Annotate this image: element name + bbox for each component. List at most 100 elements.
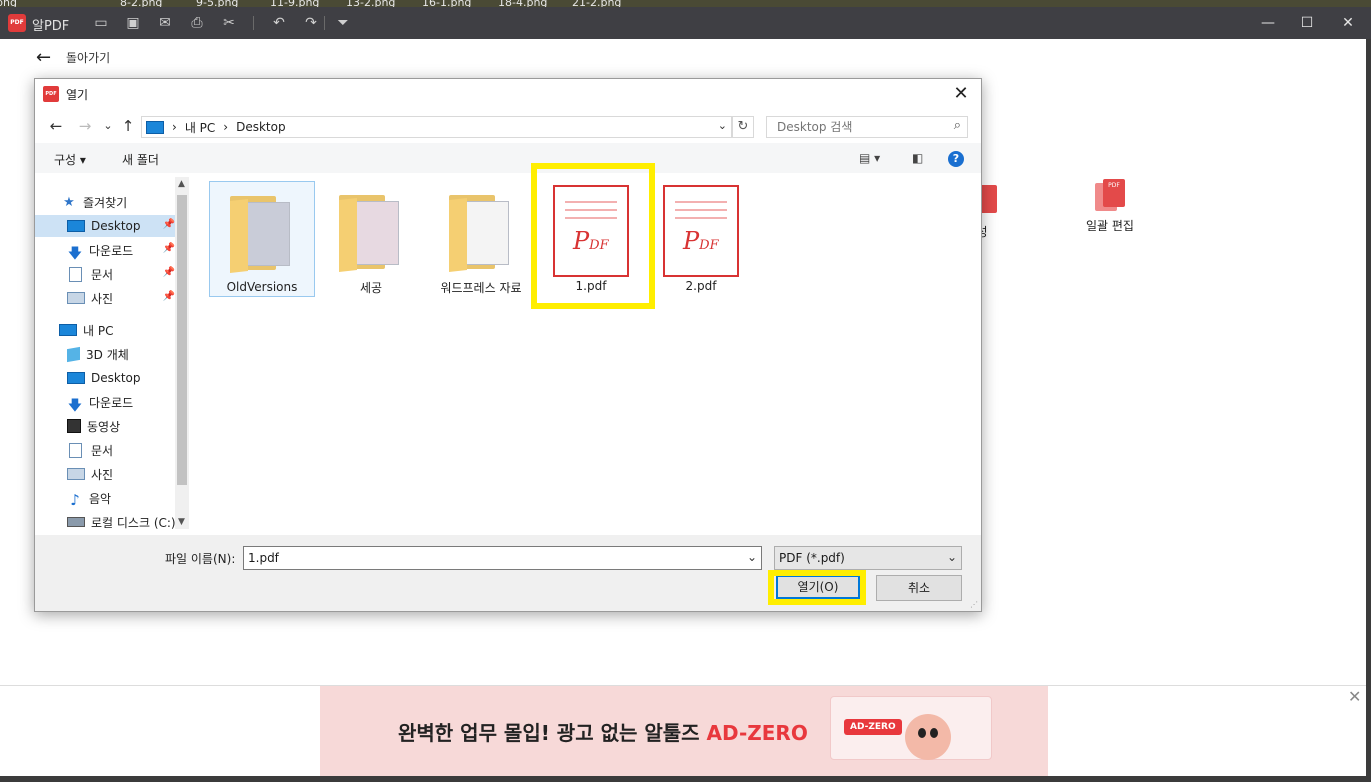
navigation-pane: ★ 즐겨찾기 Desktop 📌 🡇 다운로드 📌 문서 📌 사진 📌 내 PC 3D 개체… [35,177,189,529]
file-item-folder[interactable]: OldVersions [209,181,315,297]
scroll-up-icon[interactable]: ▲ [178,179,185,189]
sidebar-item-3d-objects[interactable]: 3D 개체 [35,343,189,365]
pc-icon [59,324,77,336]
sidebar-item-pictures-pc[interactable]: 사진 [35,463,189,485]
new-folder-button[interactable]: 새 폴더 [122,151,159,168]
sidebar-item-downloads[interactable]: 🡇 다운로드 📌 [35,239,175,262]
scissors-icon[interactable]: ✂ [220,14,238,32]
filename-field[interactable]: 1.pdf ⌄ [243,546,762,570]
undo-icon[interactable]: ↶ [270,14,288,32]
sidebar-item-desktop[interactable]: Desktop 📌 [35,215,175,237]
pin-icon: 📌 [162,291,175,302]
sidebar-item-desktop-pc[interactable]: Desktop [35,367,189,389]
filetype-select[interactable]: PDF (*.pdf) ⌄ [774,546,962,570]
window-close-button[interactable]: ✕ [1336,12,1360,34]
sidebar-item-quick-access[interactable]: ★ 즐겨찾기 [35,191,189,213]
dialog-footer: 파일 이름(N): 1.pdf ⌄ PDF (*.pdf) ⌄ 열기(O) 취소… [35,535,981,611]
forward-icon[interactable]: → [76,117,94,135]
minimize-button[interactable]: — [1256,12,1280,34]
breadcrumb-separator: › [172,120,177,134]
toolbar-divider [253,16,254,30]
cancel-button[interactable]: 취소 [876,575,962,601]
customize-toolbar-icon[interactable]: ⏷ [334,14,352,32]
address-bar[interactable]: › 내 PC › Desktop ⌄ [141,116,732,138]
file-item-folder[interactable]: 세공 [319,181,423,295]
open-button[interactable]: 열기(O) [776,575,860,599]
file-name: OldVersions [226,280,298,294]
up-folder-icon[interactable]: ↑ [119,117,137,135]
folder-open-icon[interactable]: ▭ [92,14,110,32]
back-arrow-icon: ← [36,46,52,68]
pictures-icon [67,468,85,480]
file-name: 워드프레스 자료 [440,281,522,295]
tool-item-batch-edit[interactable]: PDF 일괄 편집 [1080,179,1140,234]
recent-locations-icon[interactable]: ⌄ [99,117,117,135]
search-box[interactable]: ⌕ [766,116,968,138]
folder-icon [339,195,401,272]
dialog-titlebar: PDF 열기 ✕ [35,79,981,109]
file-name: 1.pdf [575,279,607,293]
file-item-folder[interactable]: 워드프레스 자료 [429,181,533,295]
sidebar-item-documents[interactable]: 문서 📌 [35,263,175,285]
pdf-batch-edit-icon: PDF [1095,179,1125,211]
search-input[interactable] [775,117,939,137]
desktop-icon [67,220,85,232]
resize-grip-icon[interactable]: ⋰ [970,600,978,609]
file-name: 세공 [359,281,383,295]
scroll-down-icon[interactable]: ▼ [178,517,185,527]
back-label: 돌아가기 [66,50,111,65]
toolbar-divider [324,16,325,30]
pin-icon: 📌 [162,243,175,254]
ad-badge: AD-ZERO [844,719,902,735]
pdf-file-icon: PDF [663,185,739,277]
scrollbar-thumb[interactable] [177,195,187,485]
star-icon: ★ [63,195,75,210]
music-icon: ♪ [70,491,80,509]
desktop-icon [67,372,85,384]
preview-pane-icon[interactable]: ◧ [912,151,923,165]
pc-icon [146,120,164,134]
app-titlebar: PDF 알PDF ▭ ▣ ✉ ⎙ ✂ ↶ ↷ ⏷ — ☐ ✕ [0,7,1371,39]
breadcrumb-desktop[interactable]: Desktop [236,120,286,134]
sidebar-scrollbar[interactable]: ▲ ▼ [175,177,189,529]
file-item-pdf[interactable]: PDF 2.pdf [649,181,753,295]
sidebar-item-videos[interactable]: 동영상 [35,415,189,437]
chevron-down-icon[interactable]: ⌄ [747,550,757,564]
sidebar-item-downloads-pc[interactable]: 🡇 다운로드 [35,391,189,415]
breadcrumb-this-pc[interactable]: 내 PC [185,119,215,136]
sidebar-item-pictures[interactable]: 사진 📌 [35,287,175,309]
redo-icon[interactable]: ↷ [302,14,320,32]
view-options-icon[interactable]: ▤ ▾ [859,151,880,165]
sidebar-item-music[interactable]: ♪ 음악 [35,487,189,509]
print-icon[interactable]: ⎙ [188,14,206,32]
folder-icon [449,195,511,272]
refresh-icon[interactable]: ↻ [732,116,754,138]
document-icon [69,266,82,282]
mail-icon[interactable]: ✉ [156,14,174,32]
file-item-pdf[interactable]: PDF 1.pdf [539,181,643,295]
back-icon[interactable]: ← [47,117,65,135]
back-nav[interactable]: ← 돌아가기 [36,46,111,68]
pin-icon: 📌 [162,219,175,230]
pictures-icon [67,292,85,304]
file-name: 2.pdf [685,279,717,293]
search-icon: ⌕ [953,118,961,133]
navigation-row: ← → ⌄ ↑ › 내 PC › Desktop ⌄ ↻ ⌕ [35,115,981,139]
dialog-close-button[interactable]: ✕ [949,82,973,106]
filename-label: 파일 이름(N): [165,552,236,566]
help-icon[interactable]: ? [948,151,964,167]
organize-button[interactable]: 구성 ▾ [54,151,86,168]
sidebar-item-documents-pc[interactable]: 문서 [35,439,189,461]
ad-bar: 완벽한 업무 몰입! 광고 없는 알툴즈 AD-ZERO AD-ZERO ✕ [0,685,1366,776]
command-bar: 구성 ▾ 새 폴더 ▤ ▾ ◧ ? [35,143,981,173]
chevron-down-icon[interactable]: ⌄ [718,119,727,132]
sidebar-item-this-pc[interactable]: 내 PC [35,319,189,341]
ad-close-icon[interactable]: ✕ [1348,687,1361,706]
video-icon [67,419,81,433]
save-icon[interactable]: ▣ [124,14,142,32]
sidebar-item-local-disk[interactable]: 로컬 디스크 (C:) [35,511,189,529]
maximize-button[interactable]: ☐ [1295,12,1319,34]
folder-icon [230,196,292,273]
ad-banner[interactable]: 완벽한 업무 몰입! 광고 없는 알툴즈 AD-ZERO AD-ZERO [320,686,1048,776]
chevron-down-icon[interactable]: ⌄ [947,550,957,564]
